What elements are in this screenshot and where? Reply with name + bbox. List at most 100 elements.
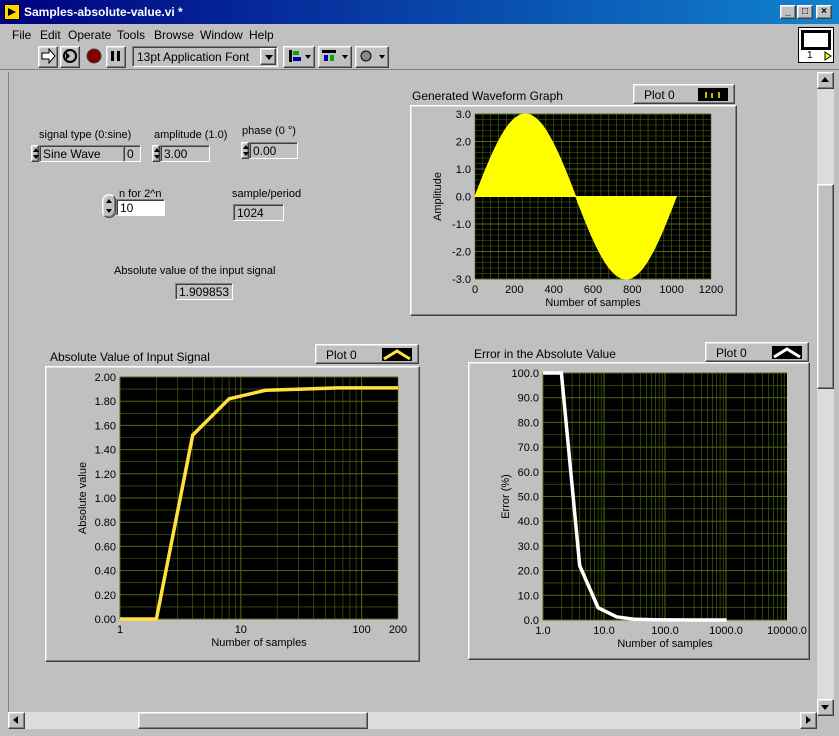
y-tick-label: 0.0 <box>456 192 471 204</box>
error-plot-legend[interactable]: Plot 0 <box>705 342 809 362</box>
x-tick-label: 10 <box>235 624 247 636</box>
error-graph[interactable]: 100.0 90.0 80.0 70.0 60.0 50.0 40.0 30.0 20.0 10.… <box>468 362 810 660</box>
chevron-down-icon[interactable] <box>260 48 276 65</box>
vertical-scroll-thumb[interactable] <box>817 184 834 389</box>
y-tick-label: -1.0 <box>452 219 471 231</box>
abs-plot-legend[interactable]: Plot 0 <box>315 344 419 364</box>
error-graph-title: Error in the Absolute Value <box>474 347 616 361</box>
menu-file[interactable]: File <box>12 28 31 42</box>
abs-value-indicator: 1.909853 <box>175 283 233 300</box>
vi-connector-icon[interactable]: 1 <box>798 27 834 63</box>
y-tick-label: -2.0 <box>452 247 471 259</box>
x-tick-label: 800 <box>623 284 641 296</box>
y-tick-label: -3.0 <box>452 274 471 286</box>
error-graph-svg: 100.0 90.0 80.0 70.0 60.0 50.0 40.0 30.0 20.0 10.… <box>500 368 807 650</box>
menu-window[interactable]: Window <box>200 28 243 42</box>
y-tick-label: 50.0 <box>518 492 539 504</box>
signal-type-stepper[interactable] <box>31 145 39 162</box>
y-tick-label: 1.20 <box>95 469 116 481</box>
waveform-graph-title: Generated Waveform Graph <box>412 89 563 103</box>
menu-bar: File Edit Operate Tools Browse Window He… <box>0 24 839 44</box>
x-tick-label: 200 <box>505 284 523 296</box>
sample-period-indicator: 1024 <box>233 204 284 221</box>
menu-edit[interactable]: Edit <box>40 28 61 42</box>
scroll-down-icon[interactable] <box>817 699 834 716</box>
scroll-right-icon[interactable] <box>800 712 817 729</box>
abs-value-label: Absolute value of the input signal <box>114 265 276 277</box>
vertical-scrollbar[interactable] <box>817 72 834 716</box>
maximize-button[interactable]: □ <box>797 5 813 19</box>
y-axis-label: Amplitude <box>432 172 444 221</box>
front-panel: signal type (0:sine) Sine Wave 0 amplitu… <box>8 72 817 712</box>
sample-period-label: sample/period <box>232 188 302 200</box>
amplitude-input[interactable]: 3.00 <box>160 145 210 162</box>
scroll-left-icon[interactable] <box>8 712 25 729</box>
font-selector-label: 13pt Application Font <box>137 50 250 64</box>
x-axis-label: Number of samples <box>211 637 307 649</box>
phase-stepper[interactable] <box>241 142 249 159</box>
y-tick-label: 1.40 <box>95 445 116 457</box>
close-button[interactable]: × <box>816 5 832 19</box>
vi-icon-label: 1 <box>807 50 813 61</box>
y-axis-label: Absolute value <box>77 462 89 534</box>
x-tick-label: 10000.0 <box>767 625 807 637</box>
x-tick-label: 0 <box>472 284 478 296</box>
labview-app-icon[interactable] <box>4 4 20 20</box>
horizontal-scroll-thumb[interactable] <box>138 712 368 729</box>
y-axis-label: Error (%) <box>500 474 512 519</box>
menu-help[interactable]: Help <box>249 28 274 42</box>
abs-legend-swatch <box>382 348 412 361</box>
phase-input[interactable]: 0.00 <box>249 142 298 159</box>
pause-icon[interactable] <box>106 46 126 68</box>
abs-value-graph[interactable]: 2.00 1.80 1.60 1.40 1.20 1.00 0.80 0.60 0.40 0.20… <box>45 366 420 662</box>
scroll-up-icon[interactable] <box>817 72 834 89</box>
run-continuously-icon[interactable] <box>60 46 80 68</box>
menu-tools[interactable]: Tools <box>117 28 145 42</box>
waveform-graph[interactable]: 3.0 2.0 1.0 0.0 -1.0 -2.0 -3.0 0 200 400 600 800 100… <box>410 105 737 316</box>
amplitude-stepper[interactable] <box>152 145 160 162</box>
y-tick-label: 20.0 <box>518 566 539 578</box>
abort-stop-icon[interactable] <box>84 46 104 68</box>
x-tick-label: 100.0 <box>651 625 679 637</box>
y-tick-label: 90.0 <box>518 393 539 405</box>
y-tick-label: 40.0 <box>518 516 539 528</box>
x-tick-label: 400 <box>544 284 562 296</box>
y-tick-label: 2.00 <box>95 372 116 384</box>
x-tick-label: 1.0 <box>535 625 550 637</box>
minimize-button[interactable]: _ <box>780 5 796 19</box>
signal-type-label: signal type (0:sine) <box>39 129 132 141</box>
waveform-plot-legend[interactable]: Plot 0 <box>633 84 735 104</box>
error-legend-label: Plot 0 <box>716 346 747 360</box>
y-tick-label: 0.40 <box>95 566 116 578</box>
signal-type-ring[interactable]: Sine Wave <box>39 145 129 162</box>
menu-browse[interactable]: Browse <box>154 28 194 42</box>
y-tick-label: 0.60 <box>95 541 116 553</box>
window-title: Samples-absolute-value.vi * <box>24 5 183 19</box>
font-selector[interactable]: 13pt Application Font <box>132 46 278 67</box>
distribute-objects-icon[interactable] <box>318 46 352 68</box>
reorder-objects-icon[interactable] <box>355 46 389 68</box>
y-tick-label: 1.60 <box>95 420 116 432</box>
n-input[interactable]: 10 <box>116 199 165 216</box>
x-tick-label: 1 <box>117 624 123 636</box>
waveform-legend-swatch <box>698 88 728 101</box>
horizontal-scrollbar[interactable] <box>8 712 817 729</box>
x-tick-label: 1000 <box>659 284 683 296</box>
y-tick-label: 60.0 <box>518 467 539 479</box>
x-axis-label: Number of samples <box>617 638 713 650</box>
abs-value-graph-svg: 2.00 1.80 1.60 1.40 1.20 1.00 0.80 0.60 0.40 0.20… <box>77 372 407 649</box>
y-tick-label: 3.0 <box>456 109 471 121</box>
y-tick-label: 100.0 <box>511 368 539 380</box>
phase-label: phase (0 °) <box>242 125 296 137</box>
menu-operate[interactable]: Operate <box>68 28 111 42</box>
y-tick-label: 1.0 <box>456 164 471 176</box>
run-arrow-icon[interactable] <box>38 46 58 68</box>
x-tick-label: 1000.0 <box>709 625 743 637</box>
n-stepper[interactable] <box>102 194 116 218</box>
y-tick-label: 2.0 <box>456 137 471 149</box>
waveform-legend-label: Plot 0 <box>644 88 675 102</box>
waveform-graph-svg: 3.0 2.0 1.0 0.0 -1.0 -2.0 -3.00 200 400 600 800 100… <box>432 109 723 309</box>
align-objects-icon[interactable] <box>283 46 315 68</box>
y-tick-label: 1.80 <box>95 396 116 408</box>
toolbar: 13pt Application Font <box>0 44 839 70</box>
